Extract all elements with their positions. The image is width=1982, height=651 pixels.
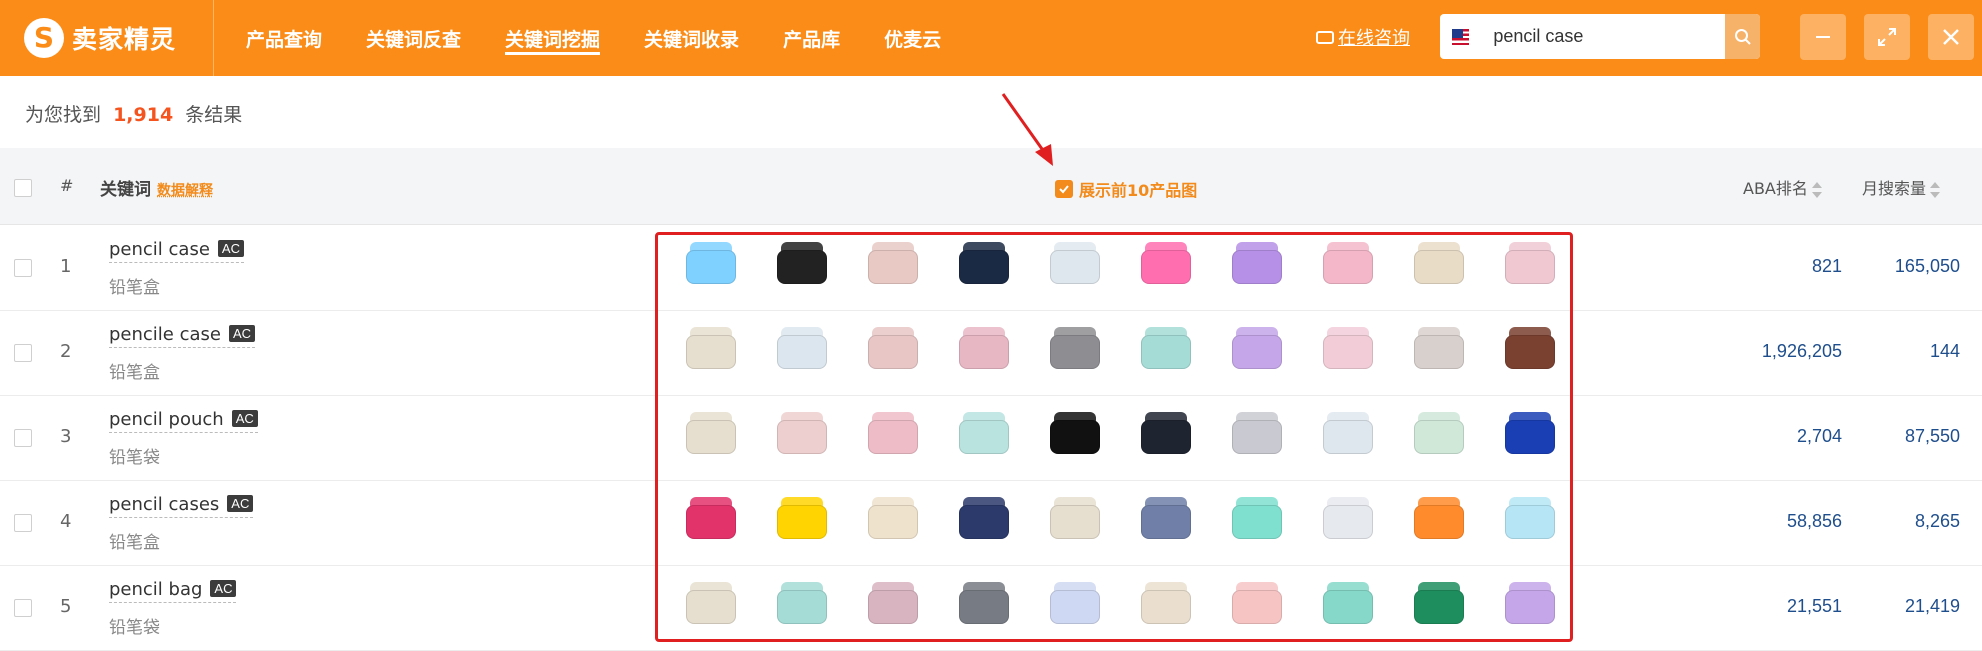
- row-index: 3: [60, 426, 72, 447]
- aba-rank-value: 21,551: [1786, 596, 1842, 616]
- sort-icon[interactable]: [1930, 181, 1941, 199]
- logo-icon: S: [24, 18, 64, 58]
- brand-name: 卖家精灵: [72, 25, 177, 54]
- top-bar: S 卖家精灵 产品查询 关键词反查 关键词挖掘 关键词收录 产品库 优麦云 在线…: [0, 0, 1982, 76]
- monthly-search-value: 21,419: [1904, 596, 1960, 616]
- table-header: # 关键词 数据解释 ABA排名 月搜索量: [0, 148, 1982, 225]
- result-summary: 为您找到 1,914 条结果: [25, 104, 243, 126]
- logo[interactable]: S 卖家精灵: [0, 0, 214, 76]
- online-consult-label: 在线咨询: [1338, 28, 1410, 49]
- nav-item-keyword-mining[interactable]: 关键词挖掘: [505, 0, 601, 76]
- ac-badge: AC: [228, 325, 256, 342]
- select-all-checkbox[interactable]: [14, 179, 32, 197]
- row-index: 2: [60, 341, 72, 362]
- row-checkbox[interactable]: [14, 344, 32, 362]
- row-index: 5: [60, 596, 72, 617]
- nav-item-product-library[interactable]: 产品库: [783, 0, 840, 76]
- row-checkbox[interactable]: [14, 259, 32, 277]
- expand-icon: [1878, 28, 1896, 46]
- ac-badge: AC: [210, 580, 237, 597]
- us-flag-icon[interactable]: [1452, 28, 1469, 45]
- nav-item-keyword-index[interactable]: 关键词收录: [644, 0, 739, 76]
- aba-rank-value: 821: [1811, 256, 1842, 276]
- data-explain-link[interactable]: 数据解释: [157, 183, 213, 199]
- highlight-frame: [655, 232, 1573, 642]
- aba-rank-value: 58,856: [1786, 511, 1842, 531]
- result-count: 1,914: [113, 104, 174, 126]
- ac-badge: AC: [227, 495, 254, 512]
- chat-bubble-icon: [1316, 30, 1334, 44]
- nav-item-product-query[interactable]: 产品查询: [246, 0, 322, 76]
- keyword-translation: 铅笔盒: [109, 278, 160, 298]
- column-monthly-search[interactable]: 月搜索量: [1862, 175, 1941, 199]
- monthly-search-value: 87,550: [1904, 426, 1960, 446]
- show-top10-images-label: 展示前10产品图: [1079, 181, 1198, 200]
- maximize-button[interactable]: [1864, 14, 1910, 60]
- search-icon: [1734, 28, 1751, 45]
- search-button[interactable]: [1725, 14, 1760, 59]
- row-index: 4: [60, 511, 72, 532]
- column-aba-rank[interactable]: ABA排名: [1743, 175, 1822, 199]
- nav-item-youmaiyun[interactable]: 优麦云: [884, 0, 941, 76]
- keyword-link[interactable]: pencile case AC: [109, 324, 256, 348]
- close-icon: [1943, 29, 1959, 45]
- aba-rank-value: 2,704: [1796, 426, 1842, 446]
- main-nav: 产品查询 关键词反查 关键词挖掘 关键词收录 产品库 优麦云: [246, 0, 985, 76]
- search-input[interactable]: [1481, 14, 1726, 59]
- row-checkbox[interactable]: [14, 599, 32, 617]
- monthly-search-value: 144: [1929, 341, 1960, 361]
- keyword-translation: 铅笔盒: [109, 533, 160, 553]
- online-consult-link[interactable]: 在线咨询: [1316, 24, 1410, 50]
- show-top10-images-toggle[interactable]: 展示前10产品图: [1055, 177, 1197, 201]
- column-index: #: [60, 176, 74, 195]
- keyword-link[interactable]: pencil case AC: [109, 239, 244, 263]
- row-index: 1: [60, 256, 72, 277]
- annotation-arrow-icon: [1001, 93, 1053, 166]
- aba-rank-value: 1,926,205: [1761, 341, 1842, 361]
- keyword-link[interactable]: pencil bag AC: [109, 579, 237, 603]
- keyword-translation: 铅笔盒: [109, 363, 160, 383]
- keyword-link[interactable]: pencil cases AC: [109, 494, 254, 518]
- keyword-link[interactable]: pencil pouch AC: [109, 409, 258, 433]
- ac-badge: AC: [217, 240, 244, 257]
- keyword-translation: 铅笔袋: [109, 448, 160, 468]
- ac-badge: AC: [231, 410, 258, 427]
- search-box: [1440, 14, 1760, 59]
- minimize-icon: [1816, 36, 1830, 38]
- monthly-search-value: 8,265: [1914, 511, 1960, 531]
- checkbox-checked-icon[interactable]: [1055, 180, 1073, 198]
- monthly-search-value: 165,050: [1894, 256, 1960, 276]
- column-keyword: 关键词 数据解释: [100, 180, 213, 200]
- close-button[interactable]: [1928, 14, 1974, 60]
- sort-icon[interactable]: [1811, 181, 1822, 199]
- row-checkbox[interactable]: [14, 514, 32, 532]
- nav-item-keyword-reverse[interactable]: 关键词反查: [366, 0, 461, 76]
- keyword-translation: 铅笔袋: [109, 618, 160, 638]
- row-checkbox[interactable]: [14, 429, 32, 447]
- minimize-button[interactable]: [1800, 14, 1846, 60]
